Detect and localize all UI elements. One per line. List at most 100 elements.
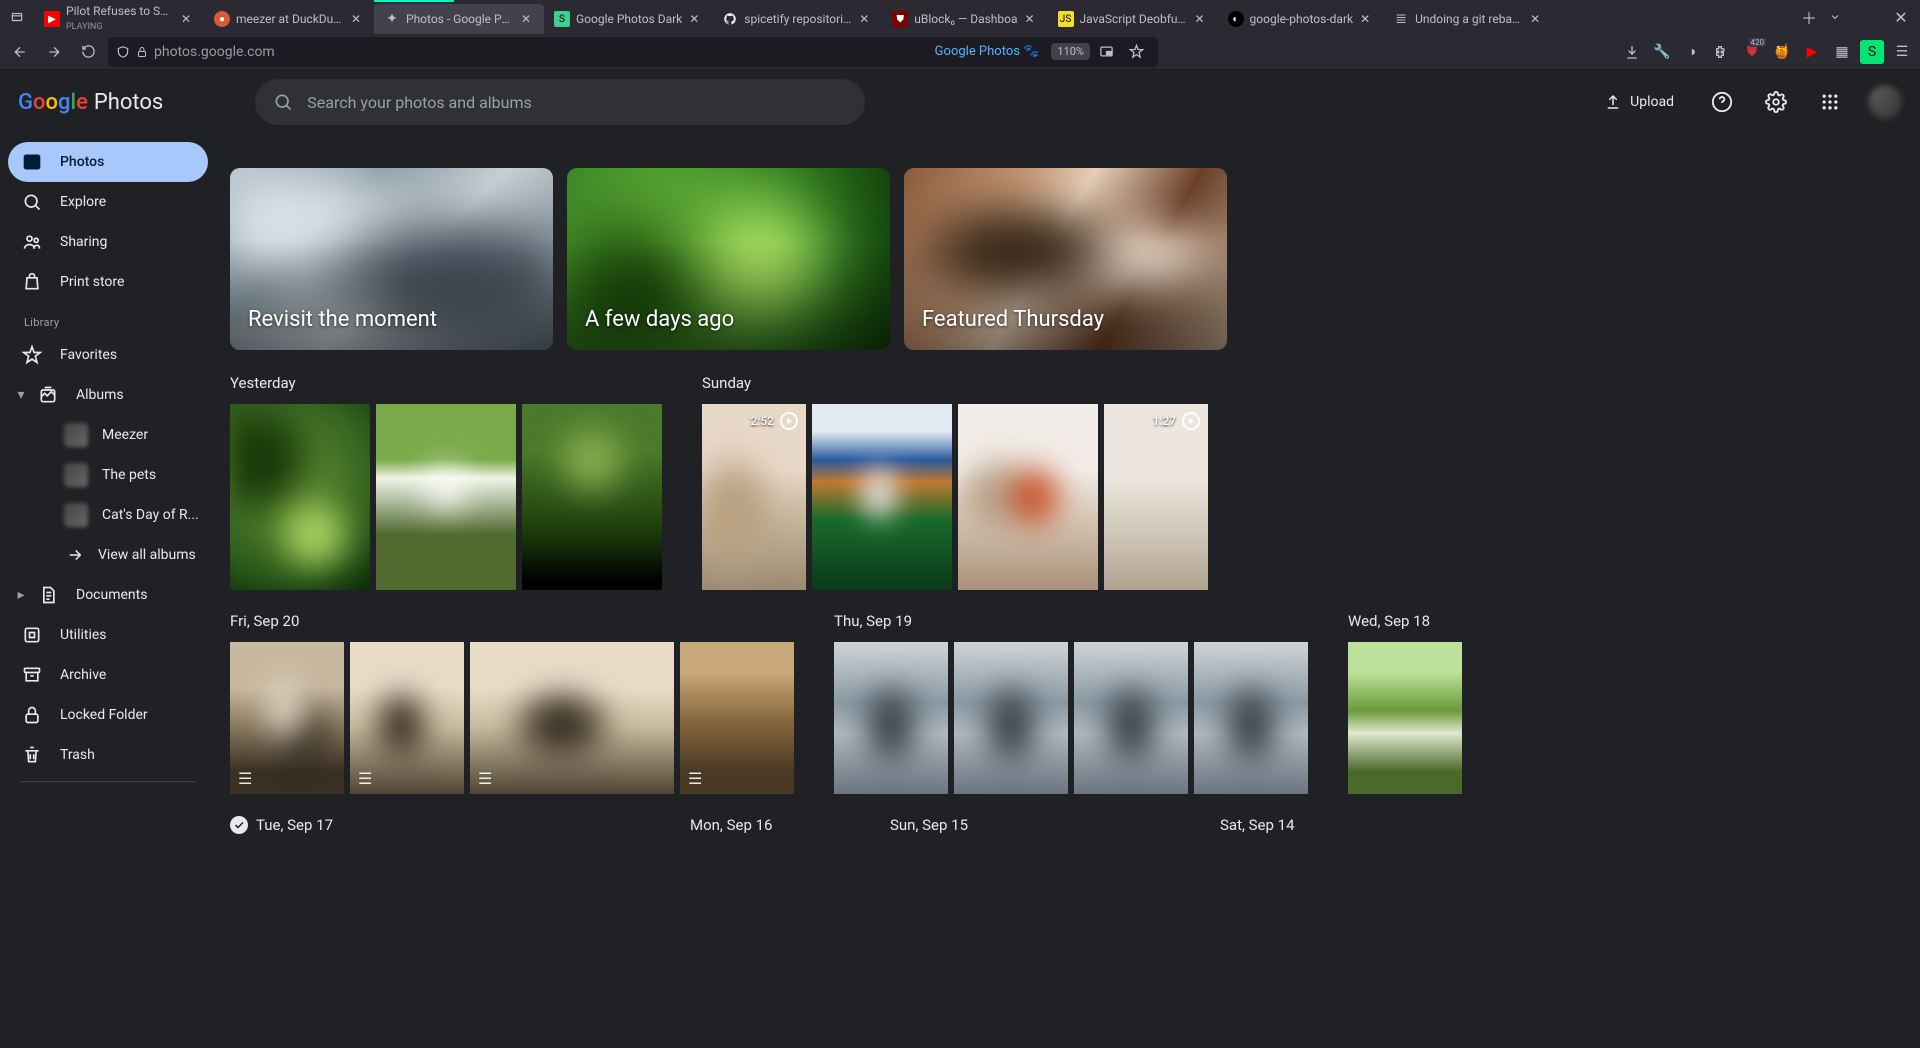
apps-grid-icon — [1820, 92, 1840, 112]
sidebar-item-documents[interactable]: ▸ Documents — [8, 575, 208, 615]
section-title[interactable]: Thu, Sep 19 — [834, 612, 1308, 630]
sidebar-item-archive[interactable]: Archive — [8, 655, 208, 695]
extension-grid[interactable]: ▦ — [1830, 40, 1854, 64]
tab-google-photos-dark[interactable]: ◐ google-photos-dark ✕ — [1218, 4, 1384, 34]
photo-thumb[interactable]: ☰ — [470, 642, 674, 794]
check-circle-icon[interactable] — [230, 816, 248, 834]
upload-button[interactable]: Upload — [1590, 85, 1688, 119]
sidebar: Photos Explore Sharing Print store Libra… — [0, 134, 216, 1048]
sidebar-item-trash[interactable]: Trash — [8, 735, 208, 775]
photo-thumb[interactable] — [834, 642, 948, 794]
zoom-indicator[interactable]: 110% — [1051, 43, 1090, 60]
downloads-button[interactable] — [1620, 40, 1644, 64]
new-tab-button[interactable]: ＋ — [1796, 4, 1822, 30]
memory-card-revisit[interactable]: Revisit the moment — [230, 168, 553, 350]
close-tab-icon[interactable]: ✕ — [856, 11, 872, 27]
photo-thumb[interactable] — [958, 404, 1098, 590]
apps-launcher-button[interactable] — [1810, 82, 1850, 122]
stackoverflow-icon: ≣ — [1393, 11, 1409, 27]
url-box[interactable]: photos.google.com Google Photos 🐾 110% — [108, 37, 1158, 67]
photo-thumb[interactable]: ☰ — [350, 642, 464, 794]
settings-button[interactable] — [1756, 82, 1796, 122]
memory-card-featured[interactable]: Featured Thursday — [904, 168, 1227, 350]
reader-mode-label[interactable]: Google Photos 🐾 — [935, 44, 1040, 59]
close-tab-icon[interactable]: ✕ — [178, 11, 194, 27]
customize-button[interactable]: 🔧 — [1650, 40, 1674, 64]
video-thumb[interactable]: 2:52 — [702, 404, 806, 590]
photo-thumb[interactable] — [230, 404, 370, 590]
close-tab-icon[interactable]: ✕ — [1192, 11, 1208, 27]
close-tab-icon[interactable]: ✕ — [348, 11, 364, 27]
sidebar-item-print-store[interactable]: Print store — [8, 262, 208, 302]
tab-duckduckgo[interactable]: ● meezer at DuckDuck ✕ — [204, 4, 374, 34]
photo-thumb[interactable] — [1074, 642, 1188, 794]
photo-thumb[interactable] — [376, 404, 516, 590]
extension-puzzle[interactable] — [1710, 40, 1734, 64]
sidebar-item-albums[interactable]: ▾ Albums — [8, 375, 208, 415]
section-title[interactable]: Mon, Sep 16 — [690, 816, 850, 834]
memory-card-few-days[interactable]: A few days ago — [567, 168, 890, 350]
google-logo-text: Google — [18, 90, 88, 115]
section-title[interactable]: Wed, Sep 18 — [1348, 612, 1462, 630]
trash-icon — [22, 745, 42, 765]
extension-darkreader[interactable]: ◑ — [1680, 40, 1704, 64]
close-tab-icon[interactable]: ✕ — [686, 11, 702, 27]
close-tab-icon[interactable]: ✕ — [1527, 11, 1543, 27]
pip-button[interactable] — [1092, 38, 1120, 66]
photo-thumb[interactable]: ☰ — [680, 642, 794, 794]
tab-stylus[interactable]: S Google Photos Dark ✕ — [544, 4, 712, 34]
sidebar-item-utilities[interactable]: Utilities — [8, 615, 208, 655]
tab-github[interactable]: spicetify repositories ✕ — [712, 4, 882, 34]
close-tab-icon[interactable]: ✕ — [518, 11, 534, 27]
reload-button[interactable] — [74, 38, 102, 66]
extension-green[interactable]: S — [1860, 40, 1884, 64]
photo-thumb[interactable] — [522, 404, 662, 590]
help-button[interactable] — [1702, 82, 1742, 122]
close-tab-icon[interactable]: ✕ — [1357, 11, 1373, 27]
sidebar-item-photos[interactable]: Photos — [8, 142, 208, 182]
sidebar-item-locked-folder[interactable]: Locked Folder — [8, 695, 208, 735]
photo-thumb[interactable] — [1348, 642, 1462, 794]
section-title[interactable]: Yesterday — [230, 374, 662, 392]
bookmark-button[interactable] — [1122, 38, 1150, 66]
video-thumb[interactable]: 1:27 — [1104, 404, 1208, 590]
tab-history-dropdown[interactable] — [6, 6, 28, 28]
back-button[interactable] — [6, 38, 34, 66]
forward-button[interactable] — [40, 38, 68, 66]
app-menu-button[interactable]: ☰ — [1890, 40, 1914, 64]
album-cats-day[interactable]: Cat's Day of R... — [8, 495, 208, 535]
photo-thumb[interactable] — [1194, 642, 1308, 794]
section-title[interactable]: Sun, Sep 15 — [890, 816, 1180, 834]
search-input[interactable] — [307, 93, 847, 112]
photo-thumb[interactable]: ☰ — [230, 642, 344, 794]
album-the-pets[interactable]: The pets — [8, 455, 208, 495]
tab-js-deobf[interactable]: JS JavaScript Deobfusc ✕ — [1048, 4, 1218, 34]
sidebar-item-sharing[interactable]: Sharing — [8, 222, 208, 262]
search-bar[interactable] — [255, 79, 865, 125]
close-window-button[interactable]: ✕ — [1888, 4, 1914, 30]
close-tab-icon[interactable]: ✕ — [1022, 11, 1038, 27]
photo-thumb[interactable] — [954, 642, 1068, 794]
tab-youtube[interactable]: ▶ Pilot Refuses to Say t PLAYING ✕ — [34, 4, 204, 34]
tabs-overflow-button[interactable] — [1822, 4, 1848, 30]
section-title[interactable]: Fri, Sep 20 — [230, 612, 794, 630]
extension-honey[interactable]: 🍯 — [1770, 40, 1794, 64]
sidebar-item-favorites[interactable]: Favorites — [8, 335, 208, 375]
account-avatar[interactable] — [1868, 85, 1902, 119]
extension-youtube[interactable]: ▶ — [1800, 40, 1824, 64]
tab-ublock[interactable]: ⛊ uBlock₀ — Dashboa ✕ — [882, 4, 1047, 34]
photo-thumb[interactable] — [812, 404, 952, 590]
tab-stackoverflow[interactable]: ≣ Undoing a git rebase ✕ — [1383, 4, 1553, 34]
view-all-albums[interactable]: View all albums — [8, 535, 208, 575]
sidebar-item-explore[interactable]: Explore — [8, 182, 208, 222]
tab-title: meezer at DuckDuck — [236, 12, 344, 26]
extension-ublock[interactable]: ⛊420 — [1740, 40, 1764, 64]
album-meezer[interactable]: Meezer — [8, 415, 208, 455]
section-title[interactable]: Sat, Sep 14 — [1220, 816, 1295, 834]
album-thumbnail — [64, 503, 88, 527]
section-title[interactable]: Sunday — [702, 374, 1208, 392]
section-title[interactable]: Tue, Sep 17 — [230, 816, 650, 834]
arrow-right-icon — [66, 546, 84, 564]
tab-google-photos[interactable]: ✦ Photos - Google Pho ✕ — [374, 4, 544, 34]
logo[interactable]: Google Photos — [18, 90, 163, 115]
